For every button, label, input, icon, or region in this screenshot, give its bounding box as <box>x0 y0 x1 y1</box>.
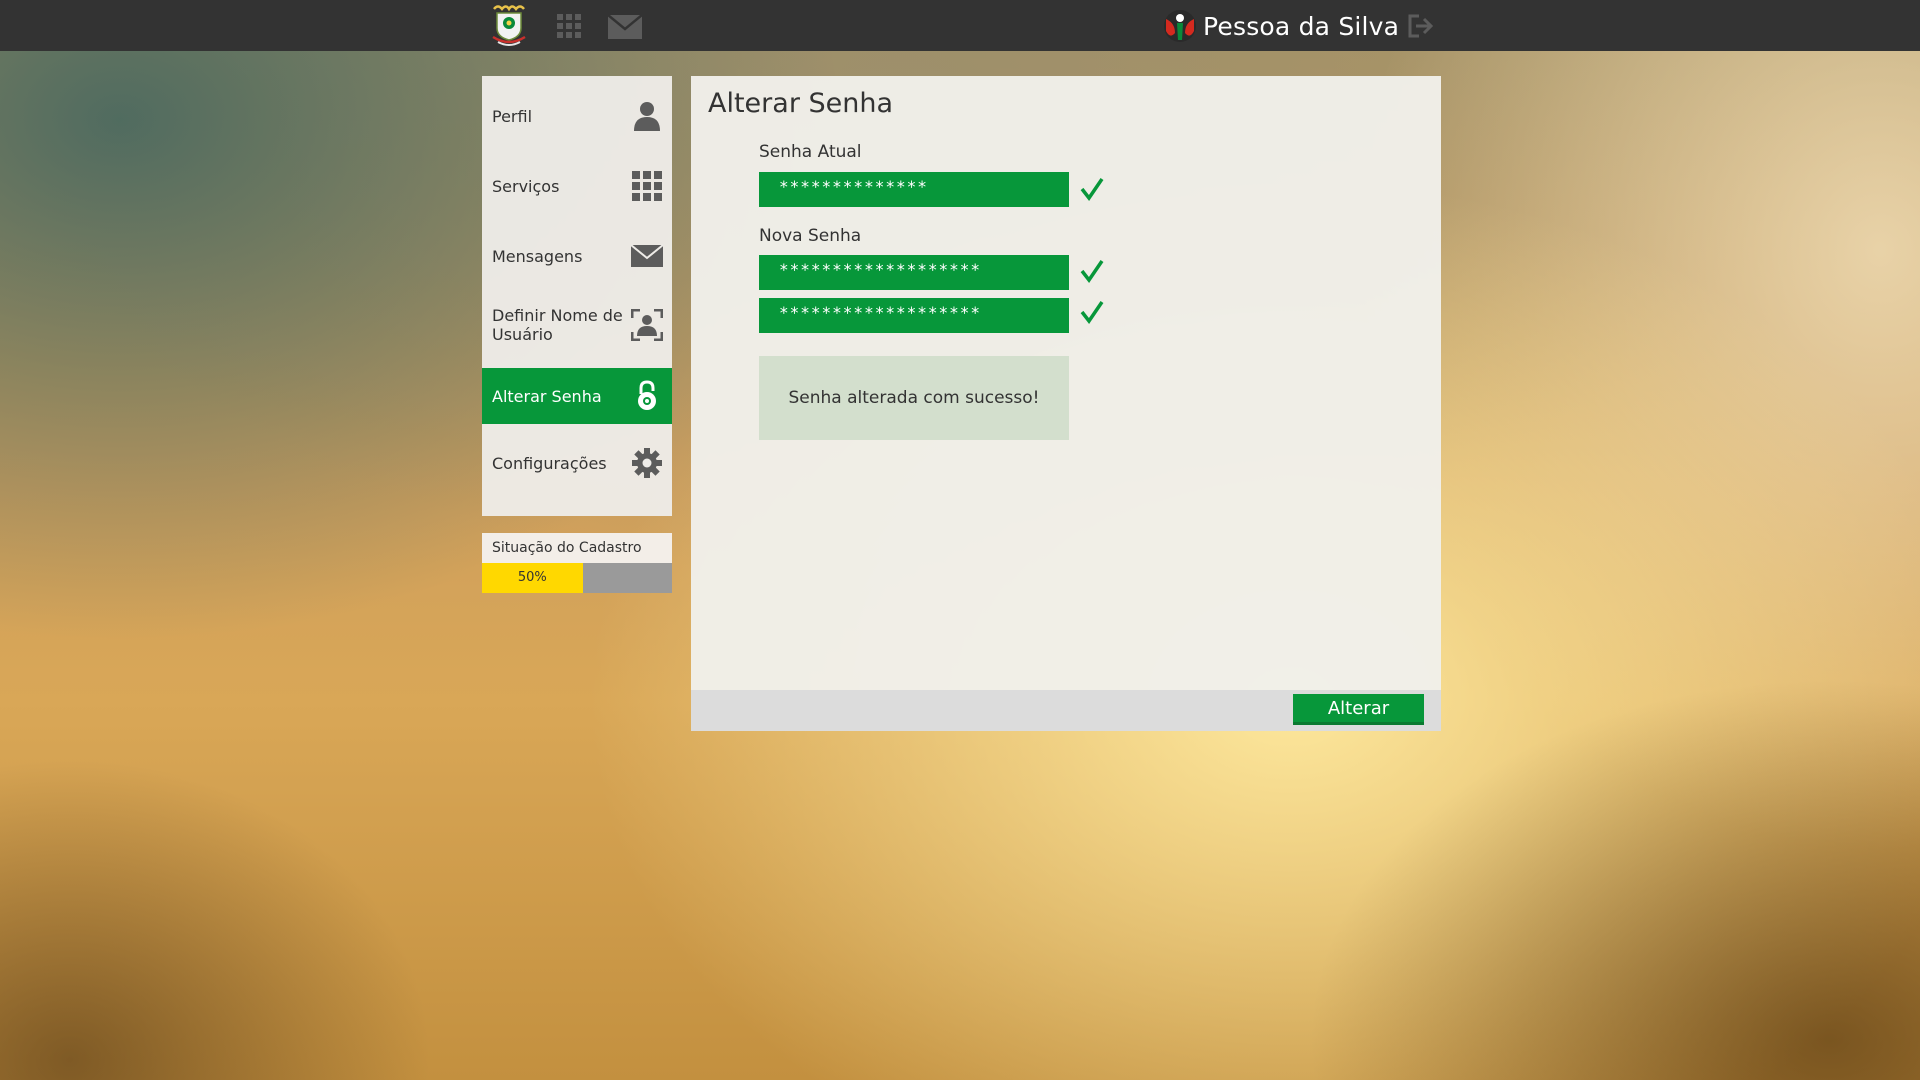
sidebar-item-servicos[interactable]: Serviços <box>482 161 672 211</box>
crest-logo[interactable] <box>488 3 530 48</box>
user-avatar-icon <box>1164 10 1196 42</box>
envelope-icon <box>631 244 663 267</box>
alterar-button[interactable]: Alterar <box>1293 694 1424 725</box>
sidebar-item-label: Mensagens <box>492 246 583 266</box>
page-title: Alterar Senha <box>708 88 894 119</box>
sidebar-item-label: Configurações <box>492 453 607 473</box>
new-password-input[interactable] <box>759 255 1069 290</box>
sidebar-item-perfil[interactable]: Perfil <box>482 91 672 141</box>
sidebar-item-configuracoes[interactable]: Configurações <box>482 438 672 488</box>
top-bar: Pessoa da Silva <box>0 0 1920 51</box>
sidebar-item-label: Perfil <box>492 106 533 126</box>
sidebar-item-label: Alterar Senha <box>492 386 602 406</box>
user-frame-icon <box>631 309 663 341</box>
status-progress-bar: 50% <box>482 563 672 593</box>
mail-icon[interactable] <box>608 15 642 39</box>
user-icon <box>634 102 660 131</box>
lock-icon <box>638 380 656 410</box>
logout-icon[interactable] <box>1408 14 1434 38</box>
change-password-panel: Alterar Senha Senha Atual Nova Senha Sen… <box>691 76 1441 731</box>
current-password-input[interactable] <box>759 172 1069 207</box>
check-icon <box>1080 260 1104 283</box>
status-progress-fill: 50% <box>482 563 583 593</box>
new-password-label: Nova Senha <box>759 226 862 246</box>
panel-footer: Alterar <box>691 690 1441 731</box>
status-title: Situação do Cadastro <box>482 533 672 563</box>
sidebar-nav: Perfil Serviços Mensagens Definir Nome d… <box>482 76 672 516</box>
gear-icon <box>632 448 662 478</box>
current-password-label: Senha Atual <box>759 142 862 162</box>
user-name: Pessoa da Silva <box>1203 11 1400 41</box>
user-menu[interactable]: Pessoa da Silva <box>1163 6 1399 46</box>
sidebar-item-label: Serviços <box>492 176 560 196</box>
check-icon <box>1080 178 1104 201</box>
sidebar-item-alterar-senha[interactable]: Alterar Senha <box>482 368 672 424</box>
grid-icon <box>632 171 662 201</box>
sidebar-item-mensagens[interactable]: Mensagens <box>482 231 672 281</box>
registration-status: Situação do Cadastro 50% <box>482 533 672 593</box>
success-message: Senha alterada com sucesso! <box>759 356 1069 440</box>
sidebar-item-definir-nome[interactable]: Definir Nome de Usuário <box>482 295 672 355</box>
confirm-password-input[interactable] <box>759 298 1069 333</box>
sidebar-item-label: Definir Nome de Usuário <box>492 306 623 344</box>
apps-grid-icon[interactable] <box>557 14 581 38</box>
check-icon <box>1080 301 1104 324</box>
